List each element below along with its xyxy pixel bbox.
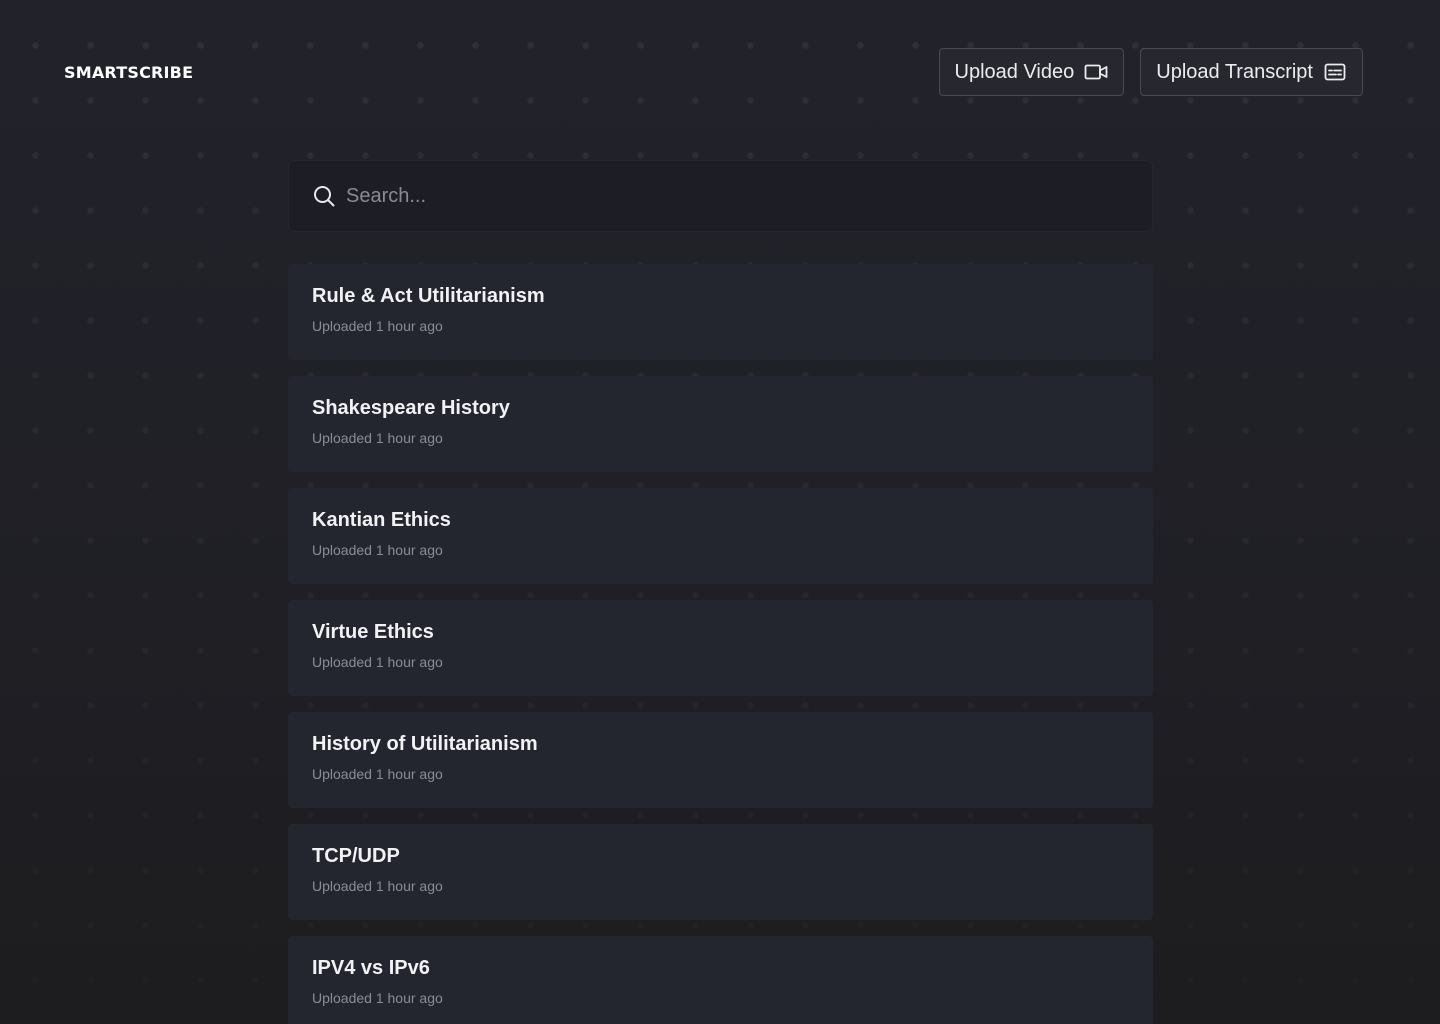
list-item[interactable]: Rule & Act Utilitarianism Uploaded 1 hou… xyxy=(288,264,1153,360)
header-actions: Upload Video Upload Transcript xyxy=(938,48,1363,96)
lecture-title: IPV4 vs IPv6 xyxy=(312,957,430,979)
lecture-title: Rule & Act Utilitarianism xyxy=(312,285,545,307)
list-item[interactable]: IPV4 vs IPv6 Uploaded 1 hour ago xyxy=(288,936,1153,1024)
video-camera-icon xyxy=(1084,60,1108,84)
upload-transcript-label: Upload Transcript xyxy=(1156,60,1313,83)
captions-icon xyxy=(1323,60,1347,84)
upload-time: Uploaded 1 hour ago xyxy=(312,430,443,446)
upload-time: Uploaded 1 hour ago xyxy=(312,542,443,558)
list-item[interactable]: TCP/UDP Uploaded 1 hour ago xyxy=(288,824,1153,920)
lecture-title: TCP/UDP xyxy=(312,845,400,867)
search-input[interactable] xyxy=(346,161,1152,231)
list-item[interactable]: History of Utilitarianism Uploaded 1 hou… xyxy=(288,712,1153,808)
upload-transcript-button[interactable]: Upload Transcript xyxy=(1140,48,1363,96)
top-bar: SMARTSCRIBE Upload Video Upload Transcri… xyxy=(64,48,1363,96)
search-bar[interactable] xyxy=(288,160,1153,232)
upload-video-label: Upload Video xyxy=(954,60,1075,83)
upload-time: Uploaded 1 hour ago xyxy=(312,654,443,670)
lecture-list: Rule & Act Utilitarianism Uploaded 1 hou… xyxy=(288,264,1153,1024)
list-item[interactable]: Shakespeare History Uploaded 1 hour ago xyxy=(288,376,1153,472)
search-icon xyxy=(312,184,336,208)
list-item[interactable]: Kantian Ethics Uploaded 1 hour ago xyxy=(288,488,1153,584)
lecture-title: History of Utilitarianism xyxy=(312,733,538,755)
list-item[interactable]: Virtue Ethics Uploaded 1 hour ago xyxy=(288,600,1153,696)
upload-time: Uploaded 1 hour ago xyxy=(312,318,443,334)
upload-video-button[interactable]: Upload Video xyxy=(938,48,1125,96)
lecture-title: Shakespeare History xyxy=(312,397,510,419)
app-logo[interactable]: SMARTSCRIBE xyxy=(64,63,193,82)
lecture-title: Kantian Ethics xyxy=(312,509,451,531)
upload-time: Uploaded 1 hour ago xyxy=(312,990,443,1006)
lecture-title: Virtue Ethics xyxy=(312,621,434,643)
upload-time: Uploaded 1 hour ago xyxy=(312,878,443,894)
upload-time: Uploaded 1 hour ago xyxy=(312,766,443,782)
